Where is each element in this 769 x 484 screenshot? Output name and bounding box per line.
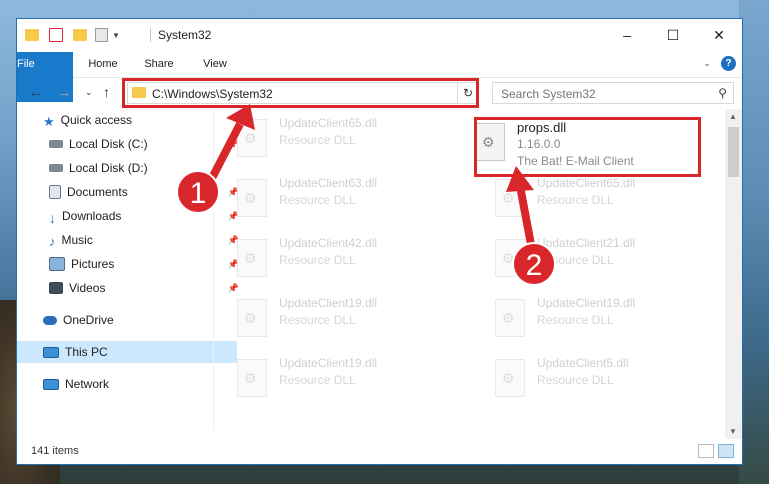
arrow-two-head <box>506 166 534 192</box>
arrow-one-shaft <box>208 122 244 180</box>
annotation-arrows <box>208 104 536 251</box>
arrow-two-shaft <box>516 185 536 251</box>
callout-badge-1: 1 <box>176 170 220 214</box>
callout-badge-2: 2 <box>512 242 556 286</box>
